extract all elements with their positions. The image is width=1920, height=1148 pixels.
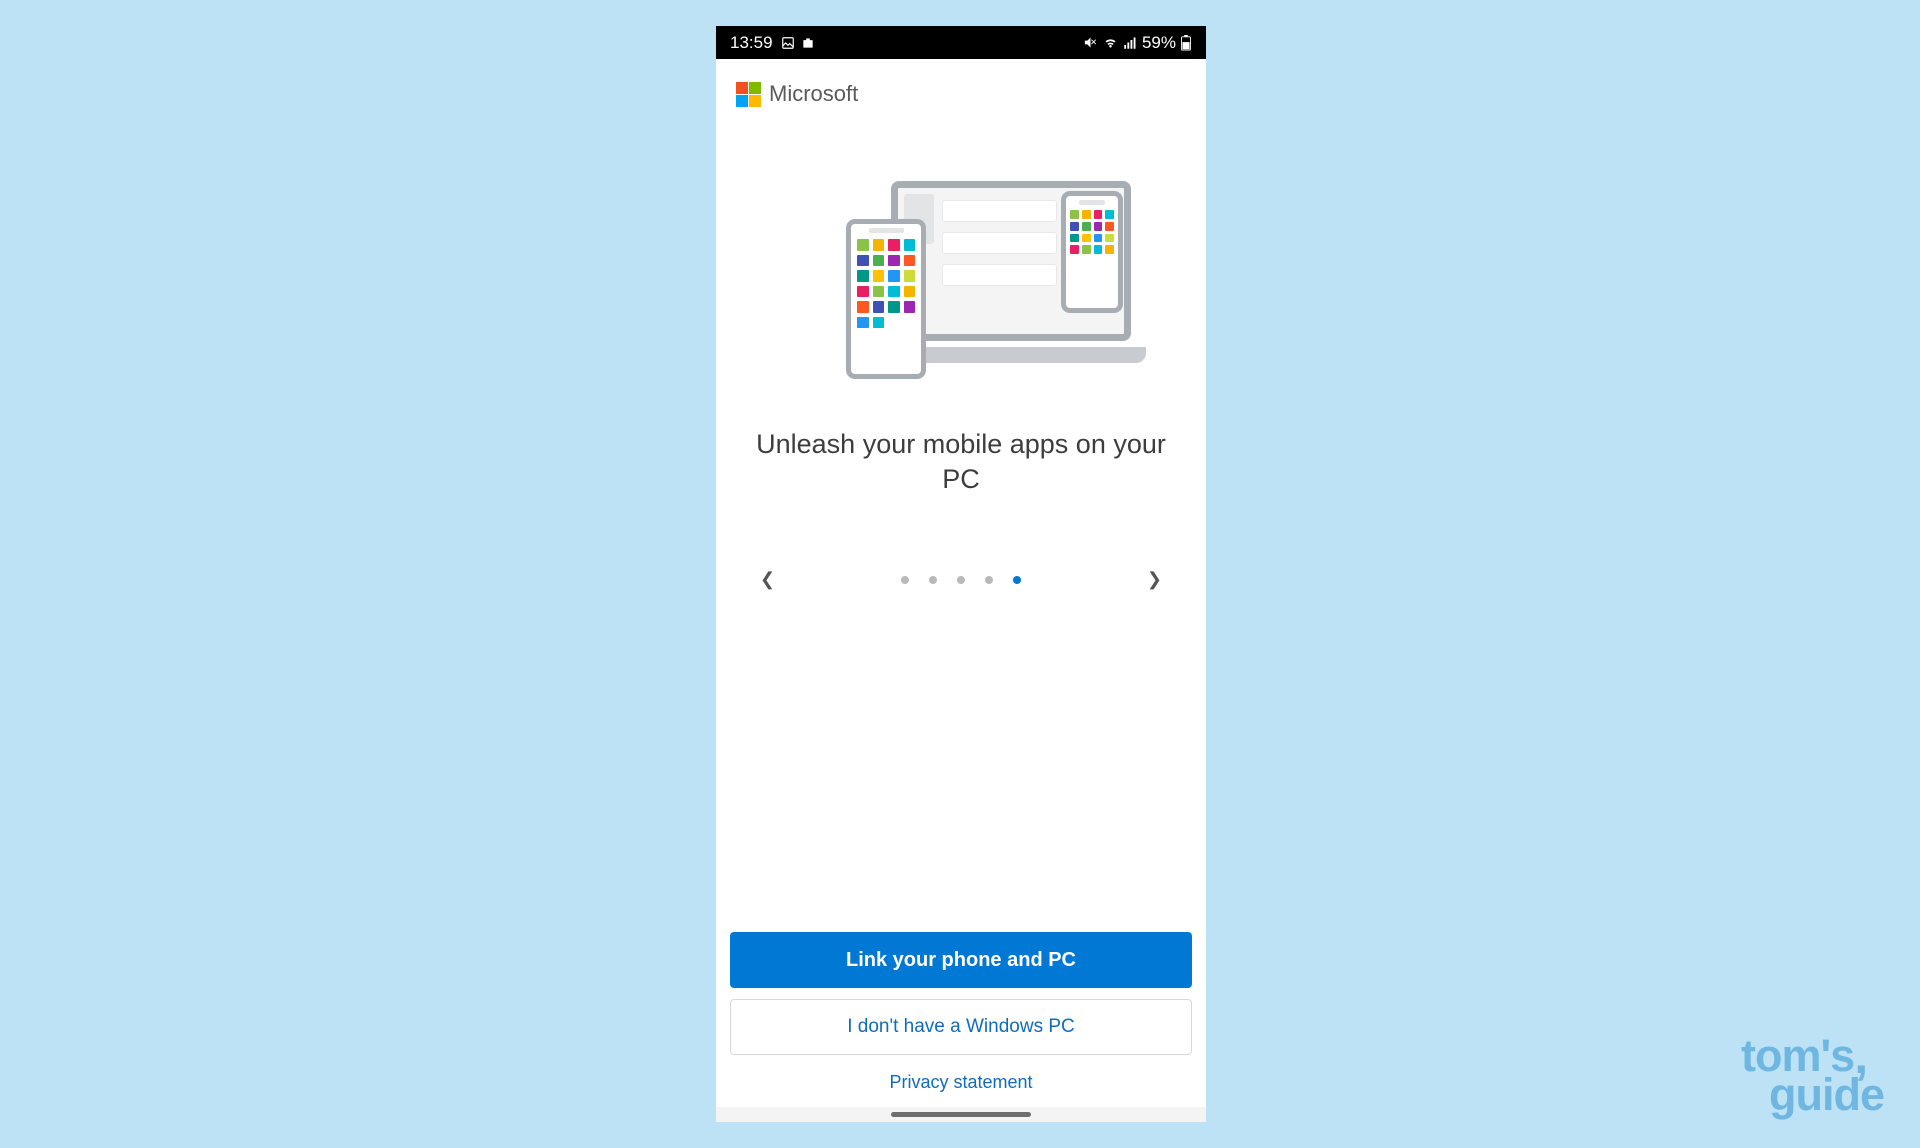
onboarding-headline: Unleash your mobile apps on your PC [716, 427, 1206, 497]
page-dot[interactable] [957, 576, 965, 584]
phone-on-screen-icon [1061, 191, 1123, 313]
image-icon [781, 36, 795, 50]
chevron-right-icon[interactable]: ❯ [1147, 569, 1162, 590]
phone-device-icon [846, 219, 926, 379]
page-dot-active[interactable] [1013, 576, 1021, 584]
page-indicator [901, 576, 1021, 584]
privacy-statement-link[interactable]: Privacy statement [730, 1066, 1192, 1101]
battery-percent: 59% [1142, 33, 1176, 53]
chevron-left-icon[interactable]: ❮ [760, 569, 775, 590]
app-body: Microsoft [716, 59, 1206, 1122]
mute-icon [1083, 35, 1098, 50]
brand-name: Microsoft [769, 81, 858, 107]
battery-icon [1180, 35, 1192, 51]
page-dot[interactable] [929, 576, 937, 584]
android-nav-bar [716, 1107, 1206, 1122]
carousel-controls: ❮ ❯ [716, 569, 1206, 590]
onboarding-illustration [791, 177, 1131, 387]
watermark: tom's, guide [1741, 1033, 1884, 1114]
nav-handle[interactable] [891, 1112, 1031, 1117]
briefcase-icon [801, 36, 815, 50]
microsoft-logo-icon [736, 82, 761, 107]
bottom-actions: Link your phone and PC I don't have a Wi… [716, 920, 1206, 1107]
page-dot[interactable] [985, 576, 993, 584]
page-dot[interactable] [901, 576, 909, 584]
wifi-icon [1102, 35, 1119, 50]
phone-screenshot: 13:59 59% Microsoft [716, 26, 1206, 1122]
link-phone-pc-button[interactable]: Link your phone and PC [730, 932, 1192, 988]
status-time: 13:59 [730, 33, 773, 53]
no-windows-pc-button[interactable]: I don't have a Windows PC [730, 999, 1192, 1055]
signal-icon [1123, 35, 1138, 50]
app-header: Microsoft [716, 59, 1206, 117]
status-bar: 13:59 59% [716, 26, 1206, 59]
